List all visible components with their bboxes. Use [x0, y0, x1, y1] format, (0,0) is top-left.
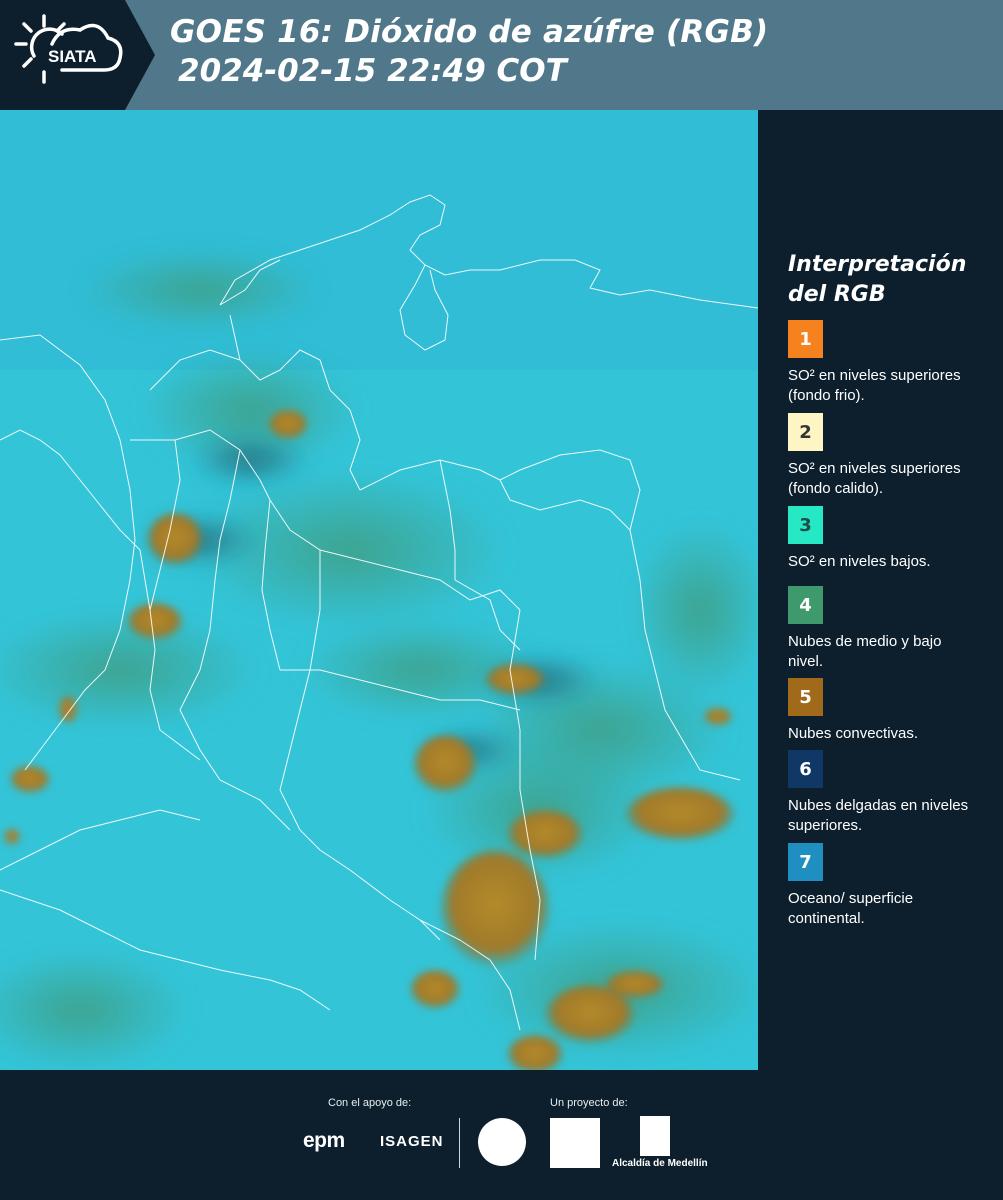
legend-swatch-2: 2: [788, 413, 823, 451]
project-label: Un proyecto de:: [550, 1097, 628, 1109]
legend-swatch-7: 7: [788, 843, 823, 881]
legend-swatch-5: 5: [788, 678, 823, 716]
legend-item-4: 4 Nubes de medio y bajo nivel.: [788, 586, 973, 672]
legend-title-line1: Interpretación: [788, 252, 967, 277]
sun-cloud-icon: SIATA: [14, 14, 123, 84]
map-canvas: [0, 110, 758, 1070]
rgb-legend: Interpretación del RGB 1 SO² en niveles s…: [788, 250, 993, 927]
support-label: Con el apoyo de:: [328, 1097, 412, 1109]
alcaldia-label: Alcaldía de Medellín: [612, 1158, 708, 1169]
legend-swatch-1: 1: [788, 320, 823, 358]
epm-logo: epm: [303, 1129, 345, 1152]
legend-label-6: Nubes delgadas en niveles superiores.: [788, 797, 969, 834]
legend-item-5: 5 Nubes convectivas.: [788, 678, 973, 744]
legend-item-1: 1 SO² en niveles superiores (fondo frio).: [788, 320, 973, 406]
legend-item-2: 2 SO² en niveles superiores (fondo calido…: [788, 413, 973, 499]
alcaldia-shield-logo: [640, 1116, 670, 1156]
page-title: GOES 16: Dióxido de azúfre (RGB): [170, 14, 769, 50]
timestamp: 2024-02-15 22:49 COT: [178, 53, 567, 89]
legend-label-5: Nubes convectivas.: [788, 725, 919, 742]
satellite-map[interactable]: [0, 110, 758, 1070]
legend-item-7: 7 Oceano/ superficie continental.: [788, 843, 973, 929]
isagen-logo: ISAGEN: [380, 1133, 444, 1150]
footer-divider: [459, 1118, 460, 1168]
legend-label-3: SO² en niveles bajos.: [788, 553, 931, 570]
svg-text:SIATA: SIATA: [48, 47, 96, 66]
legend-label-7: Oceano/ superficie continental.: [788, 890, 914, 927]
siata-logo: SIATA: [0, 0, 155, 110]
legend-title: Interpretación del RGB: [788, 250, 993, 310]
header-bar: SIATA GOES 16: Dióxido de azúfre (RGB) 2…: [0, 0, 1003, 110]
legend-title-line2: del RGB: [788, 282, 886, 307]
legend-swatch-4: 4: [788, 586, 823, 624]
legend-label-1: SO² en niveles superiores (fondo frio).: [788, 367, 961, 404]
area-metropolitana-logo: [550, 1118, 600, 1168]
university-seal-logo: [478, 1118, 526, 1166]
legend-swatch-3: 3: [788, 506, 823, 544]
legend-item-3: 3 SO² en niveles bajos.: [788, 506, 973, 572]
legend-swatch-6: 6: [788, 750, 823, 788]
legend-label-4: Nubes de medio y bajo nivel.: [788, 633, 942, 670]
legend-item-6: 6 Nubes delgadas en niveles superiores.: [788, 750, 973, 836]
legend-label-2: SO² en niveles superiores (fondo calido)…: [788, 460, 961, 497]
